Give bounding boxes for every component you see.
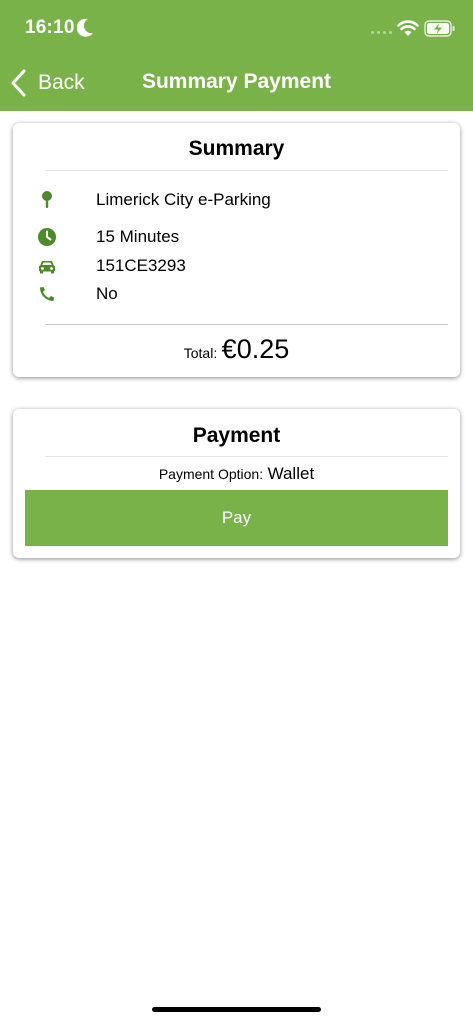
duration-text: 15 Minutes xyxy=(96,227,180,246)
app-header: 16:10 Back Summary Payment xyxy=(0,0,473,111)
summary-title: Summary xyxy=(188,137,285,160)
phone-row: No xyxy=(13,281,460,307)
total-value: €0.25 xyxy=(221,334,290,364)
wifi-icon xyxy=(397,20,419,36)
total-divider xyxy=(45,324,448,325)
car-icon xyxy=(33,253,61,279)
phone-icon xyxy=(33,281,61,307)
payment-title: Payment xyxy=(192,424,281,447)
phone-text: No xyxy=(96,284,118,303)
duration-row: 15 Minutes xyxy=(13,224,460,250)
clock-icon xyxy=(33,224,61,250)
vehicle-text: 151CE3293 xyxy=(96,256,186,275)
location-pin-icon xyxy=(33,187,61,213)
payment-divider xyxy=(45,456,448,457)
location-row: Limerick City e-Parking xyxy=(13,187,460,213)
battery-charging-icon xyxy=(424,20,455,37)
status-time: 16:10 xyxy=(25,17,75,38)
payment-option: Payment Option: Wallet xyxy=(13,464,460,484)
payment-option-label: Payment Option: xyxy=(158,466,264,482)
moon-icon xyxy=(77,18,93,37)
vehicle-row: 151CE3293 xyxy=(13,253,460,279)
page-title: Summary Payment xyxy=(141,70,332,93)
summary-card: Summary Limerick City e-Parking 15 Minut… xyxy=(13,123,460,377)
total-label: Total: xyxy=(183,345,218,361)
payment-option-value: Wallet xyxy=(267,464,315,483)
home-indicator[interactable] xyxy=(152,1007,321,1012)
total-line: Total: €0.25 xyxy=(13,334,460,365)
cellular-signal-icon xyxy=(371,31,392,34)
location-text: Limerick City e-Parking xyxy=(96,190,271,209)
pay-button[interactable]: Pay xyxy=(25,490,448,546)
summary-divider xyxy=(45,170,448,171)
payment-card: Payment Payment Option: Wallet Pay xyxy=(13,409,460,558)
